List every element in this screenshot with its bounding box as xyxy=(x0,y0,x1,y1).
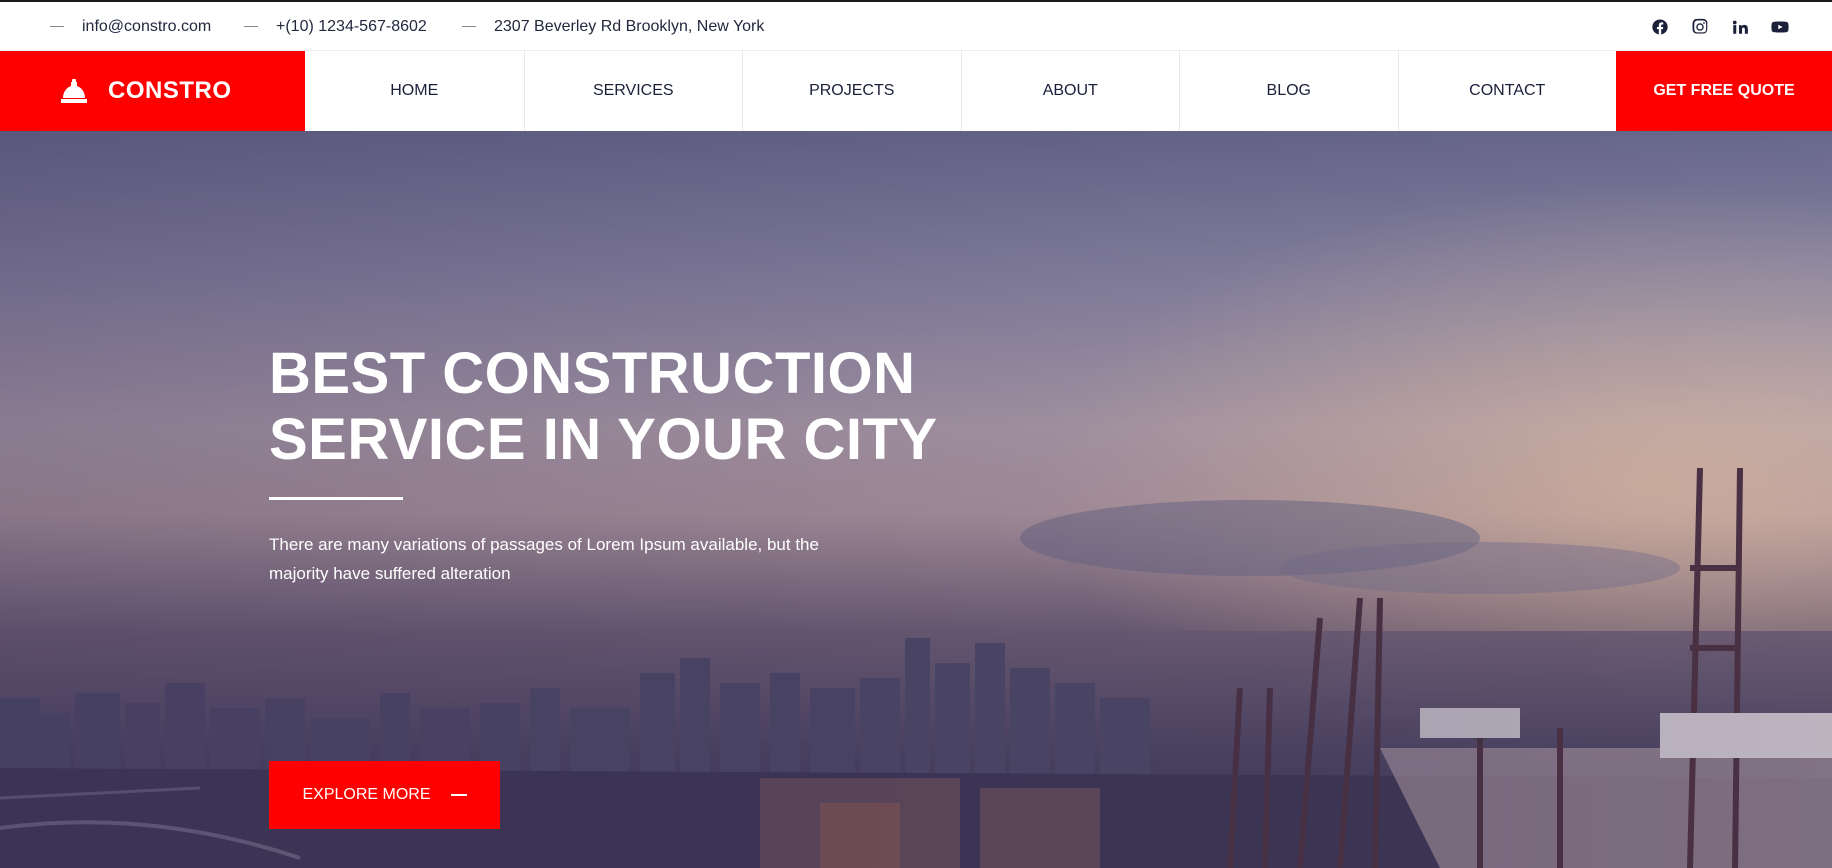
nav-item-projects[interactable]: PROJECTS xyxy=(742,51,961,131)
dash-divider xyxy=(462,26,476,27)
brand-name: CONSTRO xyxy=(108,77,232,104)
nav-item-blog[interactable]: BLOG xyxy=(1179,51,1398,131)
nav-menu: HOME SERVICES PROJECTS ABOUT BLOG CONTAC… xyxy=(305,51,1616,131)
hero-divider xyxy=(269,497,403,500)
linkedin-icon[interactable] xyxy=(1730,17,1750,37)
explore-more-button[interactable]: EXPLORE MORE xyxy=(269,761,500,829)
top-info-bar: info@constro.com +(10) 1234-567-8602 230… xyxy=(0,0,1832,51)
dash-arrow-icon xyxy=(450,794,467,796)
hero-title-line1: BEST CONSTRUCTION xyxy=(269,341,916,406)
dash-divider xyxy=(50,26,64,27)
explore-more-label: EXPLORE MORE xyxy=(302,786,431,803)
hero-title: BEST CONSTRUCTION SERVICE IN YOUR CITY xyxy=(269,341,1029,473)
email-text: info@constro.com xyxy=(82,17,212,35)
nav-item-services[interactable]: SERVICES xyxy=(523,51,743,131)
nav-item-home[interactable]: HOME xyxy=(305,51,524,131)
address-text: 2307 Beverley Rd Brooklyn, New York xyxy=(494,17,765,35)
nav-item-about[interactable]: ABOUT xyxy=(960,51,1180,131)
hero-content: BEST CONSTRUCTION SERVICE IN YOUR CITY T… xyxy=(269,341,1029,829)
hero-description: There are many variations of passages of… xyxy=(269,535,819,583)
contact-phone[interactable]: +(10) 1234-567-8602 xyxy=(244,2,427,51)
social-links xyxy=(1650,2,1790,51)
brand-logo[interactable]: CONSTRO xyxy=(0,51,305,131)
nav-item-contact[interactable]: CONTACT xyxy=(1397,51,1617,131)
hero-title-line2: SERVICE IN YOUR CITY xyxy=(269,407,938,472)
phone-text: +(10) 1234-567-8602 xyxy=(276,17,427,35)
youtube-icon[interactable] xyxy=(1770,17,1790,37)
contact-email[interactable]: info@constro.com xyxy=(50,2,211,51)
facebook-icon[interactable] xyxy=(1650,17,1670,37)
dash-divider xyxy=(244,26,258,27)
hero-section: BEST CONSTRUCTION SERVICE IN YOUR CITY T… xyxy=(0,131,1832,868)
helmet-icon xyxy=(58,77,90,105)
get-free-quote-button[interactable]: GET FREE QUOTE xyxy=(1616,51,1832,131)
instagram-icon[interactable] xyxy=(1690,17,1710,37)
main-navbar: CONSTRO HOME SERVICES PROJECTS ABOUT BLO… xyxy=(0,51,1832,131)
contact-address: 2307 Beverley Rd Brooklyn, New York xyxy=(462,2,764,51)
